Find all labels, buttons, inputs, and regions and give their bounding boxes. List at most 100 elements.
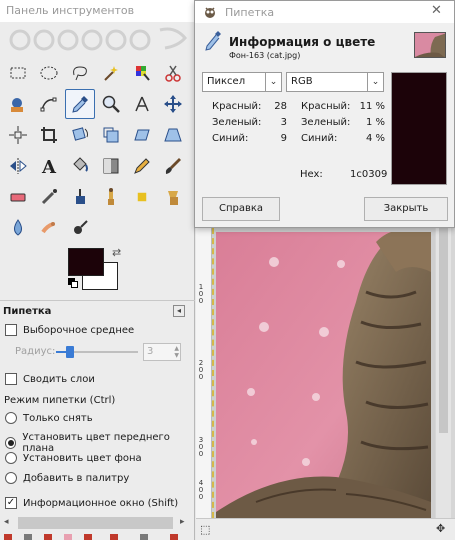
green-value: 3: [280, 117, 287, 128]
foreground-color-swatch[interactable]: [68, 248, 104, 276]
dialog-title: Пипетка: [225, 6, 275, 19]
perspective-clone-tool-button[interactable]: [158, 182, 188, 212]
info-window-option[interactable]: ✓ Информационное окно (Shift): [5, 497, 178, 509]
color-select-icon: [136, 66, 150, 81]
fuzzy-select-tool-button[interactable]: [96, 58, 126, 88]
color-info-heading: Информация о цвете: [229, 35, 376, 49]
chevron-down-icon[interactable]: ⌄: [367, 73, 383, 91]
mode-option-set-bg[interactable]: Установить цвет фона: [5, 452, 142, 464]
shear-tool-button[interactable]: [127, 120, 157, 150]
eraser-tool-button[interactable]: [3, 182, 33, 212]
bucket-fill-tool-button[interactable]: [65, 151, 95, 181]
vertical-ruler[interactable]: 100200300400: [196, 222, 212, 518]
canvas-status-bar: ⬚ ✥: [196, 518, 455, 540]
close-button[interactable]: Закрыть: [364, 197, 448, 221]
pick-mode-title: Режим пипетки (Ctrl): [4, 395, 116, 406]
rotate-tool-button[interactable]: [65, 120, 95, 150]
text-icon: A: [41, 157, 57, 176]
scissors-icon: [165, 65, 181, 82]
help-button[interactable]: Справка: [202, 197, 280, 221]
blue-percent-value: 4 %: [365, 133, 385, 144]
scroll-right-icon[interactable]: ▸: [180, 517, 185, 527]
spin-arrows-icon[interactable]: ▲ ▼: [174, 345, 179, 359]
perspective-tool-button[interactable]: [158, 120, 188, 150]
dialog-titlebar: Пипетка ✕: [195, 1, 454, 23]
paths-tool-button[interactable]: [34, 89, 64, 119]
chevron-down-icon[interactable]: ⌄: [265, 73, 281, 91]
mode-radio-set-fg[interactable]: [5, 437, 17, 449]
left-mode-select[interactable]: Пиксел ⌄: [202, 72, 282, 92]
smudge-tool-button[interactable]: [34, 213, 64, 243]
crop-icon: [41, 127, 57, 143]
mode-radio-pick-only[interactable]: [5, 412, 17, 424]
mode-radio-add-palette[interactable]: [5, 472, 17, 484]
blend-icon: [103, 158, 119, 174]
move-tool-button[interactable]: [158, 89, 188, 119]
sample-average-label: Выборочное среднее: [23, 324, 135, 336]
swap-colors-icon[interactable]: ⇄: [112, 246, 121, 259]
sample-average-option[interactable]: Выборочное среднее: [5, 324, 134, 336]
blue-label: Синий:: [212, 133, 249, 144]
airbrush-tool-button[interactable]: [34, 182, 64, 212]
flip-tool-button[interactable]: [3, 151, 33, 181]
green-percent-label: Зеленый:: [301, 117, 351, 128]
right-mode-select[interactable]: RGB ⌄: [286, 72, 384, 92]
align-tool-button[interactable]: [3, 120, 33, 150]
dodge-burn-tool-button[interactable]: [65, 213, 95, 243]
info-window-checkbox[interactable]: ✓: [5, 497, 17, 509]
default-colors-icon[interactable]: [68, 278, 78, 288]
color-picker-icon: [205, 31, 221, 51]
mode-option-pick-only[interactable]: Только снять: [5, 412, 93, 424]
horizontal-scrollbar[interactable]: [18, 517, 173, 529]
lasso-icon: [73, 66, 87, 81]
blur-tool-button[interactable]: [3, 213, 33, 243]
shear-icon: [134, 129, 150, 141]
mode-option-set-fg[interactable]: Установить цвет переднего плана: [5, 432, 194, 454]
zoom-tool-button[interactable]: [96, 89, 126, 119]
blend-tool-button[interactable]: [96, 151, 126, 181]
vertical-scrollbar[interactable]: [436, 222, 451, 518]
color-select-tool-button[interactable]: [127, 58, 157, 88]
scroll-left-icon[interactable]: ◂: [4, 517, 9, 527]
sample-merged-checkbox[interactable]: [5, 373, 17, 385]
foreground-select-tool-button[interactable]: [3, 89, 33, 119]
blur-icon: [14, 219, 22, 236]
rgb-percent-values: Красный: 11 % Зеленый: 1 % Синий: 4 %: [301, 99, 385, 147]
ink-tool-button[interactable]: [65, 182, 95, 212]
vertical-scroll-thumb[interactable]: [439, 228, 448, 433]
paintbrush-tool-button[interactable]: [158, 151, 188, 181]
sample-average-checkbox[interactable]: [5, 324, 17, 336]
tool-options-title: Пипетка: [3, 306, 52, 317]
rotate-icon: [72, 127, 88, 141]
crop-tool-button[interactable]: [34, 120, 64, 150]
radius-spinbutton[interactable]: 3 ▲ ▼: [143, 343, 181, 361]
scale-tool-button[interactable]: [96, 120, 126, 150]
mode-option-add-palette[interactable]: Добавить в палитру: [5, 472, 129, 484]
scissors-tool-button[interactable]: [158, 58, 188, 88]
radius-slider-handle[interactable]: [66, 346, 74, 358]
pencil-icon: [134, 158, 150, 174]
quick-mask-icon[interactable]: ⬚: [200, 523, 210, 536]
rect-select-tool-button[interactable]: [3, 58, 33, 88]
pencil-tool-button[interactable]: [127, 151, 157, 181]
mode-radio-set-bg[interactable]: [5, 452, 17, 464]
heal-tool-button[interactable]: [127, 182, 157, 212]
color-picker-tool-button[interactable]: [65, 89, 95, 119]
ruler-label: 0: [198, 450, 204, 458]
measure-tool-button[interactable]: [127, 89, 157, 119]
bottom-panel-icons: [4, 534, 178, 540]
lasso-tool-button[interactable]: [65, 58, 95, 88]
panel-separator: [0, 300, 195, 301]
close-icon[interactable]: ✕: [431, 3, 442, 18]
info-window-label: Информационное окно (Shift): [23, 497, 179, 509]
panel-menu-button[interactable]: ◂: [173, 305, 185, 317]
ellipse-select-tool-button[interactable]: [34, 58, 64, 88]
image-canvas[interactable]: [216, 232, 431, 518]
clone-tool-button[interactable]: [96, 182, 126, 212]
hex-label: Hex:: [300, 169, 323, 180]
text-tool-button[interactable]: A: [34, 151, 64, 181]
sample-merged-option[interactable]: Сводить слои: [5, 373, 95, 385]
ruler-label: 0: [198, 297, 204, 305]
bucket-fill-icon: [73, 157, 88, 172]
navigate-icon[interactable]: ✥: [436, 522, 445, 535]
